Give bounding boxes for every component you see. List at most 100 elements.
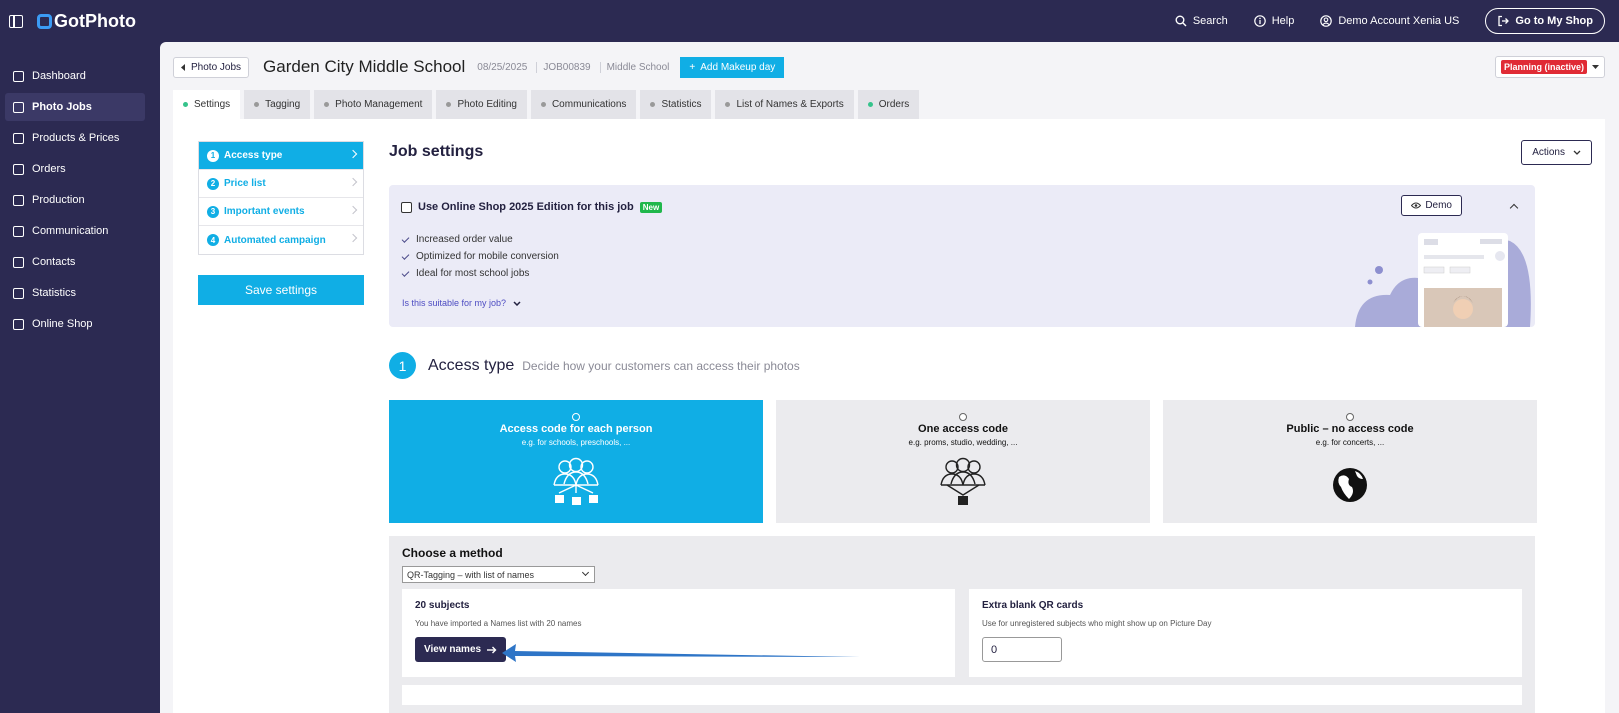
view-names-button[interactable]: View names	[415, 637, 507, 662]
group-locks-icon	[553, 457, 599, 505]
radio-icon[interactable]	[572, 413, 580, 421]
person-icon	[13, 256, 24, 268]
checkbox-icon[interactable]	[401, 201, 412, 213]
tab-label: Tagging	[265, 99, 301, 110]
sidebar-item-orders[interactable]: Orders	[5, 155, 145, 183]
job-header: Photo Jobs Garden City Middle School 08/…	[173, 55, 1605, 79]
sidebar-item-label: Statistics	[32, 287, 77, 299]
section-subtitle: Decide how your customers can access the…	[522, 358, 800, 373]
status-dot-icon	[540, 102, 546, 107]
tab-orders[interactable]: Orders	[857, 90, 920, 119]
step-access-type[interactable]: 1 Access type	[199, 142, 363, 170]
section-number: 1	[389, 352, 416, 379]
step-important-events[interactable]: 3 Important events	[199, 198, 363, 226]
sidebar-item-statistics[interactable]: Statistics	[5, 279, 145, 307]
radio-icon[interactable]	[1346, 413, 1354, 421]
checkbox-label: Use Online Shop 2025 Edition for this jo…	[418, 201, 634, 213]
help-link[interactable]: Help	[1253, 15, 1294, 27]
sidebar-item-label: Orders	[32, 163, 66, 175]
logo[interactable]: GotPhoto	[37, 11, 136, 32]
status-dot-icon	[324, 102, 330, 107]
main-content: Photo Jobs Garden City Middle School 08/…	[160, 42, 1619, 713]
is-suitable-toggle[interactable]: Is this suitable for my job?	[402, 298, 521, 308]
step-label: Price list	[224, 178, 266, 189]
sidebar-item-label: Dashboard	[32, 70, 86, 82]
sidebar-item-label: Photo Jobs	[32, 101, 92, 113]
step-label: Important events	[224, 206, 305, 217]
option-title: Public – no access code	[1286, 423, 1414, 435]
sidebar-toggle-icon[interactable]	[9, 14, 23, 28]
job-date: 08/25/2025	[477, 61, 528, 73]
plus-icon: +	[689, 61, 696, 73]
eye-icon	[1411, 202, 1422, 209]
image-icon	[13, 101, 24, 113]
tab-settings[interactable]: Settings	[173, 90, 241, 119]
suitable-label: Is this suitable for my job?	[402, 298, 507, 308]
chevron-down-icon	[1573, 150, 1581, 155]
tab-list-of-names-exports[interactable]: List of Names & Exports	[715, 90, 854, 119]
option-subtitle: e.g. for schools, preschools, ...	[521, 438, 631, 447]
sidebar-item-online-shop[interactable]: Online Shop	[5, 310, 145, 338]
go-to-shop-label: Go to My Shop	[1515, 15, 1593, 27]
sidebar-item-communication[interactable]: Communication	[5, 217, 145, 245]
printer-icon	[13, 194, 24, 206]
chevron-up-icon[interactable]	[1509, 203, 1519, 213]
tab-tagging[interactable]: Tagging	[244, 90, 311, 119]
add-makeup-day-label: Add Makeup day	[700, 61, 776, 73]
method-select[interactable]: QR-Tagging – with list of names	[402, 566, 595, 583]
account-menu[interactable]: Demo Account Xenia US	[1320, 15, 1459, 27]
tab-photo-editing[interactable]: Photo Editing	[436, 90, 527, 119]
extra-qr-cards-input[interactable]: 0	[982, 637, 1062, 662]
status-dot-icon	[725, 102, 731, 107]
chevron-down-icon	[513, 300, 521, 306]
next-card	[402, 685, 1522, 705]
tab-label: Statistics	[661, 99, 702, 110]
user-icon	[1320, 15, 1333, 27]
demo-button[interactable]: Demo	[1401, 195, 1462, 216]
back-to-photo-jobs-button[interactable]: Photo Jobs	[173, 56, 250, 78]
access-option-per-person[interactable]: Access code for each person e.g. for sch…	[389, 400, 763, 523]
access-option-one-code[interactable]: One access code e.g. proms, studio, wedd…	[776, 400, 1150, 523]
online-shop-2025-checkbox[interactable]: Use Online Shop 2025 Edition for this jo…	[401, 201, 663, 213]
demo-label: Demo	[1425, 200, 1452, 211]
actions-label: Actions	[1532, 147, 1565, 158]
job-title: Garden City Middle School	[263, 57, 466, 76]
chevron-down-icon	[581, 568, 590, 577]
check-icon	[401, 251, 410, 260]
option-subtitle: e.g. for concerts, ...	[1315, 438, 1385, 447]
section-title: Access type	[428, 356, 515, 374]
go-to-shop-button[interactable]: Go to My Shop	[1485, 8, 1605, 34]
add-makeup-day-button[interactable]: + Add Makeup day	[680, 56, 785, 78]
store-icon	[13, 318, 24, 330]
tab-statistics[interactable]: Statistics	[640, 90, 712, 119]
message-icon	[13, 225, 24, 237]
logo-mark-icon	[37, 13, 52, 29]
search-link[interactable]: Search	[1175, 15, 1228, 27]
option-title: Access code for each person	[499, 423, 653, 435]
save-settings-button[interactable]: Save settings	[198, 275, 364, 305]
group-single-lock-icon	[940, 457, 986, 505]
benefit-label: Ideal for most school jobs	[416, 268, 530, 279]
extra-qr-card: Extra blank QR cards Use for unregistere…	[969, 589, 1522, 677]
subjects-title: 20 subjects	[415, 600, 470, 611]
online-shop-promo: Use Online Shop 2025 Edition for this jo…	[389, 185, 1535, 327]
job-status-dropdown[interactable]: Planning (inactive)	[1494, 56, 1605, 78]
tab-communications[interactable]: Communications	[530, 90, 637, 119]
sidebar-item-photo-jobs[interactable]: Photo Jobs	[5, 93, 145, 121]
step-automated-campaign[interactable]: 4 Automated campaign	[199, 226, 363, 254]
sidebar-item-contacts[interactable]: Contacts	[5, 248, 145, 276]
sidebar-item-products-prices[interactable]: Products & Prices	[5, 124, 145, 152]
sidebar-item-label: Online Shop	[32, 318, 93, 330]
access-type-options: Access code for each person e.g. for sch…	[389, 400, 1537, 523]
tab-label: Photo Editing	[457, 99, 517, 110]
status-dot-icon	[183, 102, 188, 107]
actions-button[interactable]: Actions	[1521, 140, 1592, 165]
step-price-list[interactable]: 2 Price list	[199, 170, 363, 198]
sidebar-item-production[interactable]: Production	[5, 186, 145, 214]
sidebar-item-dashboard[interactable]: Dashboard	[5, 62, 145, 90]
tab-photo-management[interactable]: Photo Management	[314, 90, 433, 119]
sidebar-item-label: Contacts	[32, 256, 76, 268]
radio-icon[interactable]	[959, 413, 967, 421]
access-option-public[interactable]: Public – no access code e.g. for concert…	[1163, 400, 1537, 523]
method-select-value: QR-Tagging – with list of names	[407, 569, 535, 580]
